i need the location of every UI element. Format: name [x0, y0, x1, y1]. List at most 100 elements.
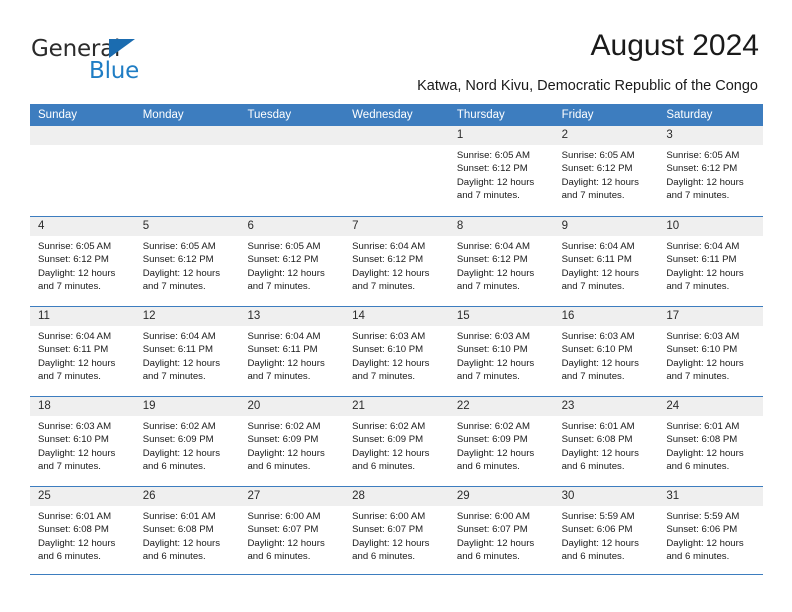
calendar-day-cell[interactable]: 4 Sunrise: 6:05 AM Sunset: 6:12 PM Daylight… [30, 217, 135, 306]
calendar-day-cell[interactable]: 17 Sunrise: 6:03 AM Sunset: 6:10 PM Dayligh… [658, 307, 764, 396]
day-number-band: 21 [344, 397, 449, 416]
daylight-text-line1: Daylight: 12 hours [247, 357, 325, 369]
day-number-band: 31 [658, 487, 764, 506]
calendar-day-cell[interactable]: 6 Sunrise: 6:05 AM Sunset: 6:12 PM Daylight… [239, 217, 345, 306]
day-number: 9 [561, 220, 568, 232]
calendar-day-cell[interactable]: 30 Sunrise: 5:59 AM Sunset: 6:06 PM Dayligh… [553, 487, 659, 576]
sunrise-text: Sunrise: 6:05 AM [456, 150, 530, 161]
day-sun-info: Sunrise: 6:05 AM Sunset: 6:12 PM Daylight:… [449, 145, 554, 203]
day-number-band [134, 126, 240, 145]
daylight-text-line1: Daylight: 12 hours [352, 537, 430, 549]
calendar-day-cell[interactable]: 15 Sunrise: 6:03 AM Sunset: 6:10 PM Dayligh… [448, 307, 554, 396]
sunrise-text: Sunrise: 5:59 AM [561, 511, 635, 522]
day-number-band: 14 [344, 307, 449, 326]
calendar-day-cell[interactable]: 14 Sunrise: 6:03 AM Sunset: 6:10 PM Dayligh… [344, 307, 449, 396]
day-sun-info: Sunrise: 6:05 AM Sunset: 6:12 PM Daylight:… [658, 145, 763, 203]
day-number-band: 4 [30, 217, 135, 236]
calendar-day-cell[interactable]: 12 Sunrise: 6:04 AM Sunset: 6:11 PM Dayligh… [134, 307, 240, 396]
calendar-day-cell[interactable]: 2 Sunrise: 6:05 AM Sunset: 6:12 PM Daylight… [553, 126, 659, 216]
generalblue-logo[interactable]: General Blue [31, 36, 211, 88]
day-sun-info: Sunrise: 5:59 AM Sunset: 6:06 PM Daylight:… [658, 506, 763, 564]
calendar-day-cell[interactable]: 3 Sunrise: 6:05 AM Sunset: 6:12 PM Daylight… [658, 126, 764, 216]
calendar-day-cell[interactable]: 10 Sunrise: 6:04 AM Sunset: 6:11 PM Dayligh… [658, 217, 764, 306]
calendar-day-cell[interactable]: 7 Sunrise: 6:04 AM Sunset: 6:12 PM Daylight… [344, 217, 449, 306]
sunrise-text: Sunrise: 6:00 AM [352, 511, 426, 522]
day-sun-info: Sunrise: 6:00 AM Sunset: 6:07 PM Daylight:… [449, 506, 554, 564]
calendar-day-cell[interactable]: 29 Sunrise: 6:00 AM Sunset: 6:07 PM Dayligh… [448, 487, 554, 576]
daylight-text-line1: Daylight: 12 hours [38, 267, 116, 279]
calendar-day-cell[interactable]: 13 Sunrise: 6:04 AM Sunset: 6:11 PM Dayligh… [239, 307, 345, 396]
daylight-text-line1: Daylight: 12 hours [561, 537, 639, 549]
day-number: 16 [561, 310, 575, 322]
sunrise-text: Sunrise: 6:01 AM [666, 421, 740, 432]
day-number-band: 23 [553, 397, 659, 416]
day-sun-info: Sunrise: 6:01 AM Sunset: 6:08 PM Daylight:… [554, 416, 659, 474]
daylight-text-line1: Daylight: 12 hours [247, 537, 325, 549]
calendar-day-cell[interactable]: 28 Sunrise: 6:00 AM Sunset: 6:07 PM Dayligh… [344, 487, 449, 576]
day-sun-info: Sunrise: 6:04 AM Sunset: 6:11 PM Daylight:… [30, 326, 135, 384]
day-number: 30 [561, 490, 575, 502]
day-number: 13 [247, 310, 261, 322]
sunset-text: Sunset: 6:08 PM [142, 524, 214, 536]
day-number: 23 [561, 400, 575, 412]
calendar-day-cell-empty [239, 126, 345, 216]
day-number: 5 [142, 220, 150, 232]
daylight-text-line1: Daylight: 12 hours [561, 447, 639, 459]
daylight-text-line2: and 7 minutes. [456, 190, 520, 202]
daylight-text-line1: Daylight: 12 hours [456, 176, 535, 188]
sunrise-text: Sunrise: 6:01 AM [142, 511, 216, 522]
daylight-text-line2: and 6 minutes. [561, 551, 625, 563]
sunrise-text: Sunrise: 6:04 AM [352, 241, 426, 252]
calendar-day-cell[interactable]: 25 Sunrise: 6:01 AM Sunset: 6:08 PM Dayligh… [30, 487, 135, 576]
calendar-day-cell[interactable]: 23 Sunrise: 6:01 AM Sunset: 6:08 PM Dayligh… [553, 397, 659, 486]
sunset-text: Sunset: 6:12 PM [352, 254, 424, 266]
calendar-day-cell[interactable]: 9 Sunrise: 6:04 AM Sunset: 6:11 PM Daylight… [553, 217, 659, 306]
day-number: 19 [142, 400, 156, 412]
sunrise-text: Sunrise: 6:04 AM [561, 241, 635, 252]
calendar-day-cell-empty [30, 126, 135, 216]
daylight-text-line2: and 7 minutes. [38, 371, 101, 383]
calendar-day-cell[interactable]: 5 Sunrise: 6:05 AM Sunset: 6:12 PM Daylight… [134, 217, 240, 306]
day-sun-info: Sunrise: 6:00 AM Sunset: 6:07 PM Daylight:… [344, 506, 449, 564]
calendar-day-cell[interactable]: 8 Sunrise: 6:04 AM Sunset: 6:12 PM Daylight… [448, 217, 554, 306]
calendar-day-cell[interactable]: 11 Sunrise: 6:04 AM Sunset: 6:11 PM Dayligh… [30, 307, 135, 396]
day-number: 12 [142, 310, 156, 322]
day-number: 1 [456, 129, 464, 141]
day-sun-info: Sunrise: 6:04 AM Sunset: 6:12 PM Daylight:… [449, 236, 554, 294]
daylight-text-line1: Daylight: 12 hours [247, 447, 325, 459]
sunset-text: Sunset: 6:09 PM [247, 434, 319, 446]
calendar-day-cell-empty [344, 126, 449, 216]
sunset-text: Sunset: 6:08 PM [38, 524, 109, 536]
calendar-day-cell[interactable]: 19 Sunrise: 6:02 AM Sunset: 6:09 PM Dayligh… [134, 397, 240, 486]
sunset-text: Sunset: 6:07 PM [352, 524, 424, 536]
day-sun-info: Sunrise: 6:04 AM Sunset: 6:11 PM Daylight:… [554, 236, 659, 294]
daylight-text-line2: and 7 minutes. [456, 371, 520, 383]
daylight-text-line1: Daylight: 12 hours [666, 267, 744, 279]
calendar-day-cell[interactable]: 21 Sunrise: 6:02 AM Sunset: 6:09 PM Dayligh… [344, 397, 449, 486]
day-number-band: 22 [448, 397, 554, 416]
sunset-text: Sunset: 6:10 PM [456, 344, 528, 356]
daylight-text-line2: and 6 minutes. [142, 461, 206, 473]
calendar-day-cell[interactable]: 16 Sunrise: 6:03 AM Sunset: 6:10 PM Dayligh… [553, 307, 659, 396]
day-number: 21 [352, 400, 365, 412]
daylight-text-line1: Daylight: 12 hours [561, 357, 639, 369]
sunset-text: Sunset: 6:12 PM [561, 163, 633, 175]
sunrise-text: Sunrise: 6:00 AM [247, 511, 321, 522]
day-number: 4 [38, 220, 45, 232]
sunset-text: Sunset: 6:08 PM [561, 434, 633, 446]
calendar-day-cell[interactable]: 20 Sunrise: 6:02 AM Sunset: 6:09 PM Dayligh… [239, 397, 345, 486]
calendar-day-cell[interactable]: 31 Sunrise: 5:59 AM Sunset: 6:06 PM Dayligh… [658, 487, 764, 576]
weekday-header-row: Sunday Monday Tuesday Wednesday Thursday… [30, 104, 763, 126]
daylight-text-line1: Daylight: 12 hours [38, 537, 116, 549]
calendar-day-cell[interactable]: 22 Sunrise: 6:02 AM Sunset: 6:09 PM Dayligh… [448, 397, 554, 486]
sunset-text: Sunset: 6:07 PM [456, 524, 528, 536]
calendar-day-cell[interactable]: 1 Sunrise: 6:05 AM Sunset: 6:12 PM Daylight… [448, 126, 554, 216]
calendar-day-cell[interactable]: 18 Sunrise: 6:03 AM Sunset: 6:10 PM Dayligh… [30, 397, 135, 486]
day-number-band: 25 [30, 487, 135, 506]
day-sun-info: Sunrise: 6:02 AM Sunset: 6:09 PM Daylight:… [344, 416, 449, 474]
sunset-text: Sunset: 6:11 PM [38, 344, 109, 356]
calendar-day-cell[interactable]: 24 Sunrise: 6:01 AM Sunset: 6:08 PM Dayligh… [658, 397, 764, 486]
daylight-text-line2: and 6 minutes. [142, 551, 206, 563]
calendar-day-cell[interactable]: 26 Sunrise: 6:01 AM Sunset: 6:08 PM Dayligh… [134, 487, 240, 576]
calendar-day-cell[interactable]: 27 Sunrise: 6:00 AM Sunset: 6:07 PM Dayligh… [239, 487, 345, 576]
